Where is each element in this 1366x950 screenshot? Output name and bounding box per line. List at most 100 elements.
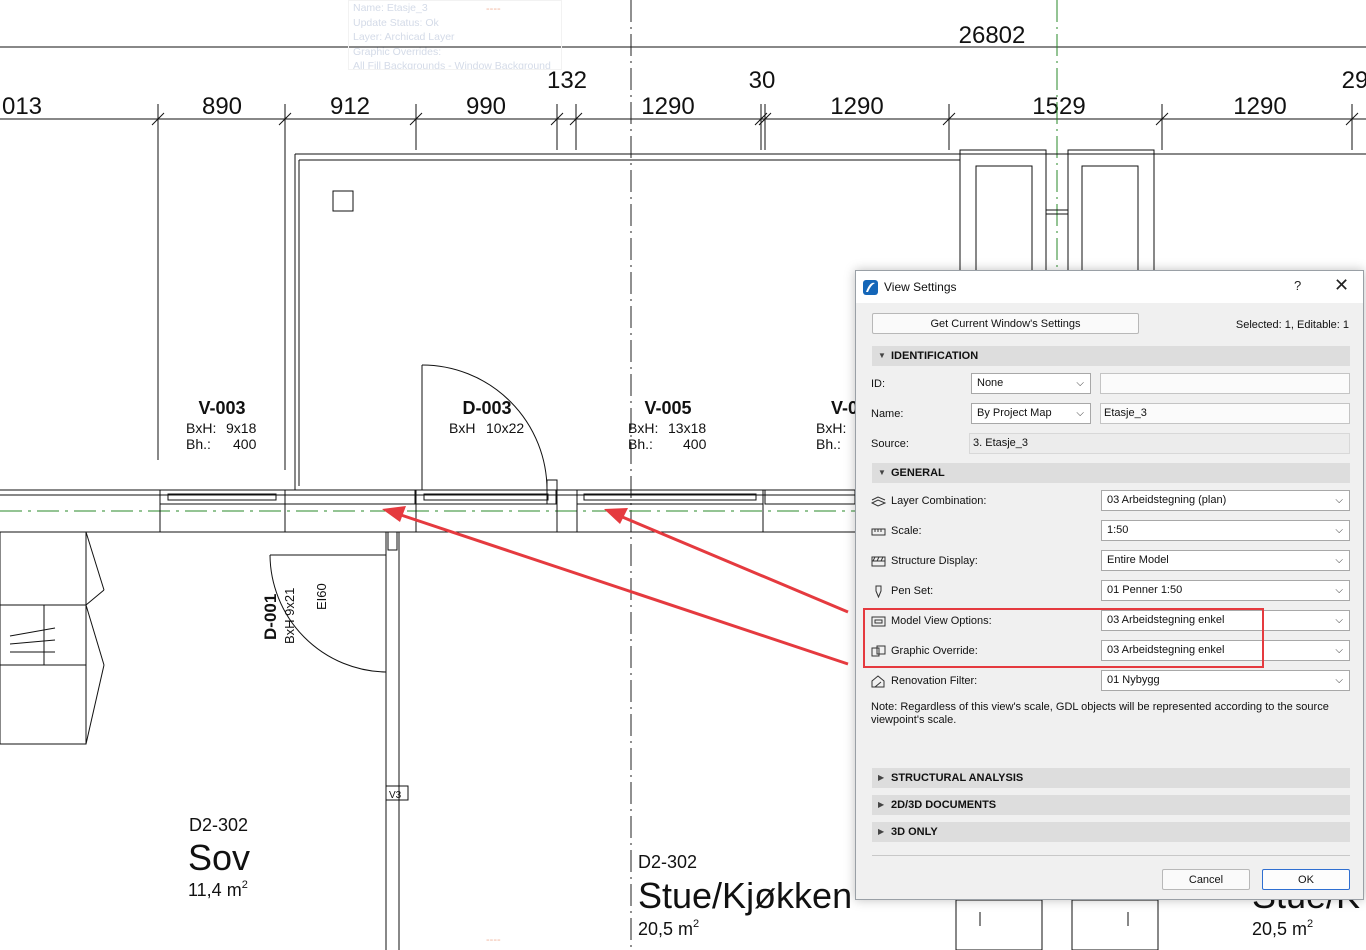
- expand-triangle-icon: ▶: [878, 827, 885, 836]
- dim-990: 990: [466, 93, 506, 120]
- layer-combination-dropdown[interactable]: 03 Arbeidstegning (plan) ⌵: [1101, 490, 1350, 511]
- layers-icon: [871, 496, 886, 507]
- tag-v003-bh-label: Bh.:: [186, 436, 211, 452]
- footer-divider: [872, 855, 1350, 856]
- section-title: 2D/3D DOCUMENTS: [891, 799, 997, 811]
- expand-triangle-icon: ▶: [878, 800, 885, 809]
- collapse-triangle-icon: ▼: [878, 468, 886, 477]
- graphic-override-dropdown[interactable]: 03 Arbeidstegning enkel ⌵: [1101, 640, 1350, 661]
- dimension-labels: 26802 132 30 29 013 890 912 990 1290 129…: [2, 22, 1366, 120]
- ghost-line: All Fill Backgrounds - Window Background: [353, 60, 551, 70]
- graphic-override-value: 03 Arbeidstegning enkel: [1107, 644, 1225, 656]
- pen-set-dropdown[interactable]: 01 Penner 1:50 ⌵: [1101, 580, 1350, 601]
- ghost-dash-top: ----: [486, 3, 501, 15]
- scale-label: Scale:: [891, 525, 922, 537]
- section-title: STRUCTURAL ANALYSIS: [891, 772, 1024, 784]
- collapse-triangle-icon: ▼: [878, 351, 886, 360]
- ghost-line: Name: Etasje_3: [353, 2, 428, 14]
- name-label: Name:: [871, 408, 904, 420]
- name-text-field[interactable]: Etasje_3: [1100, 403, 1350, 424]
- tag-v3-marker: V3: [389, 790, 402, 801]
- chevron-down-icon: ⌵: [1076, 408, 1084, 419]
- section-title: GENERAL: [891, 467, 945, 479]
- section-title: IDENTIFICATION: [891, 350, 979, 362]
- structure-display-label: Structure Display:: [891, 555, 978, 567]
- tag-v003-bxh-value: 9x18: [226, 420, 257, 436]
- room-sov-name: Sov: [188, 837, 250, 878]
- scale-value: 1:50: [1107, 524, 1129, 536]
- documents-2d-3d-section-header[interactable]: ▶ 2D/3D DOCUMENTS: [872, 795, 1350, 815]
- opening-tags: V-003 BxH: 9x18 Bh.: 400 D-003 BxH 10x22…: [186, 398, 858, 801]
- tag-v00x-id: V-0: [831, 398, 858, 418]
- source-label: Source:: [871, 438, 909, 450]
- ok-button[interactable]: OK: [1262, 869, 1350, 890]
- identification-section-header[interactable]: ▼ IDENTIFICATION: [872, 346, 1350, 366]
- general-section-header[interactable]: ▼ GENERAL: [872, 463, 1350, 483]
- chevron-down-icon: ⌵: [1335, 555, 1343, 566]
- close-icon[interactable]: ✕: [1334, 275, 1349, 296]
- chevron-down-icon: ⌵: [1335, 525, 1343, 536]
- layer-combination-label: Layer Combination:: [891, 495, 987, 507]
- renovation-icon: [871, 675, 885, 688]
- structure-display-value: Entire Model: [1107, 554, 1169, 566]
- structural-analysis-section-header[interactable]: ▶ STRUCTURAL ANALYSIS: [872, 768, 1350, 788]
- help-button[interactable]: ?: [1294, 278, 1301, 293]
- tag-v005-id: V-005: [644, 398, 691, 418]
- pen-set-value: 01 Penner 1:50: [1107, 584, 1183, 596]
- tag-d003-bxh-value: 10x22: [486, 420, 524, 436]
- id-label: ID:: [871, 378, 886, 390]
- archicad-app-icon: [863, 280, 878, 295]
- tag-v00x-bh-label: Bh.:: [816, 436, 841, 452]
- room-stue-number: D2-302: [638, 852, 697, 872]
- renovation-filter-dropdown[interactable]: 01 Nybygg ⌵: [1101, 670, 1350, 691]
- tag-v003-id: V-003: [198, 398, 245, 418]
- name-dropdown[interactable]: By Project Map ⌵: [971, 403, 1091, 424]
- chevron-down-icon: ⌵: [1335, 675, 1343, 686]
- cancel-button[interactable]: Cancel: [1162, 869, 1250, 890]
- tag-d001-id: D-001: [261, 594, 280, 640]
- dialog-titlebar[interactable]: View Settings ? ✕: [856, 271, 1363, 303]
- dim-013: 013: [2, 93, 42, 120]
- layer-combination-value: 03 Arbeidstegning (plan): [1107, 494, 1227, 506]
- dialog-title: View Settings: [884, 280, 957, 294]
- structure-display-dropdown[interactable]: Entire Model ⌵: [1101, 550, 1350, 571]
- dim-132: 132: [547, 67, 587, 94]
- section-title: 3D ONLY: [891, 826, 938, 838]
- id-text-field[interactable]: [1100, 373, 1350, 394]
- model-view-options-dropdown[interactable]: 03 Arbeidstegning enkel ⌵: [1101, 610, 1350, 631]
- tag-v003-bxh-label: BxH:: [186, 420, 216, 436]
- name-dropdown-value: By Project Map: [977, 407, 1052, 419]
- tag-v00x-bxh-label: BxH:: [816, 420, 846, 436]
- scale-ruler-icon: [871, 528, 886, 536]
- source-value: 3. Etasje_3: [969, 433, 1350, 454]
- scale-note: Note: Regardless of this view's scale, G…: [871, 701, 1329, 726]
- ghost-line: Graphic Overrides:: [353, 45, 442, 58]
- dim-1290-c: 1290: [1233, 93, 1286, 120]
- selection-info: Selected: 1, Editable: 1: [1235, 319, 1349, 331]
- graphic-override-label: Graphic Override:: [891, 645, 978, 657]
- ghost-dash-bottom: ----: [486, 934, 501, 946]
- model-view-options-label: Model View Options:: [891, 615, 992, 627]
- tag-d003-bxh-label: BxH: [449, 420, 475, 436]
- scale-dropdown[interactable]: 1:50 ⌵: [1101, 520, 1350, 541]
- ghost-line: Layer: Archicad Layer: [353, 31, 455, 43]
- model-view-icon: [871, 616, 886, 627]
- room-stue-right-area: 20,5 m2: [1252, 918, 1313, 939]
- tag-v005-bxh-label: BxH:: [628, 420, 658, 436]
- tag-d001-rating: EI60: [314, 583, 329, 610]
- tag-v005-bxh-value: 13x18: [668, 420, 706, 436]
- dim-1290-a: 1290: [641, 93, 694, 120]
- id-dropdown[interactable]: None ⌵: [971, 373, 1091, 394]
- pen-set-label: Pen Set:: [891, 585, 934, 597]
- get-current-window-settings-button[interactable]: Get Current Window's Settings: [872, 313, 1139, 334]
- dim-912: 912: [330, 93, 370, 120]
- expand-triangle-icon: ▶: [878, 773, 885, 782]
- room-sov-area: 11,4 m2: [188, 879, 248, 900]
- graphic-override-icon: [871, 645, 886, 657]
- dim-1529: 1529: [1032, 93, 1085, 120]
- only-3d-section-header[interactable]: ▶ 3D ONLY: [872, 822, 1350, 842]
- dim-890: 890: [202, 93, 242, 120]
- chevron-down-icon: ⌵: [1335, 615, 1343, 626]
- view-settings-dialog: View Settings ? ✕ Get Current Window's S…: [855, 270, 1364, 900]
- tag-v003-bh-value: 400: [233, 436, 257, 452]
